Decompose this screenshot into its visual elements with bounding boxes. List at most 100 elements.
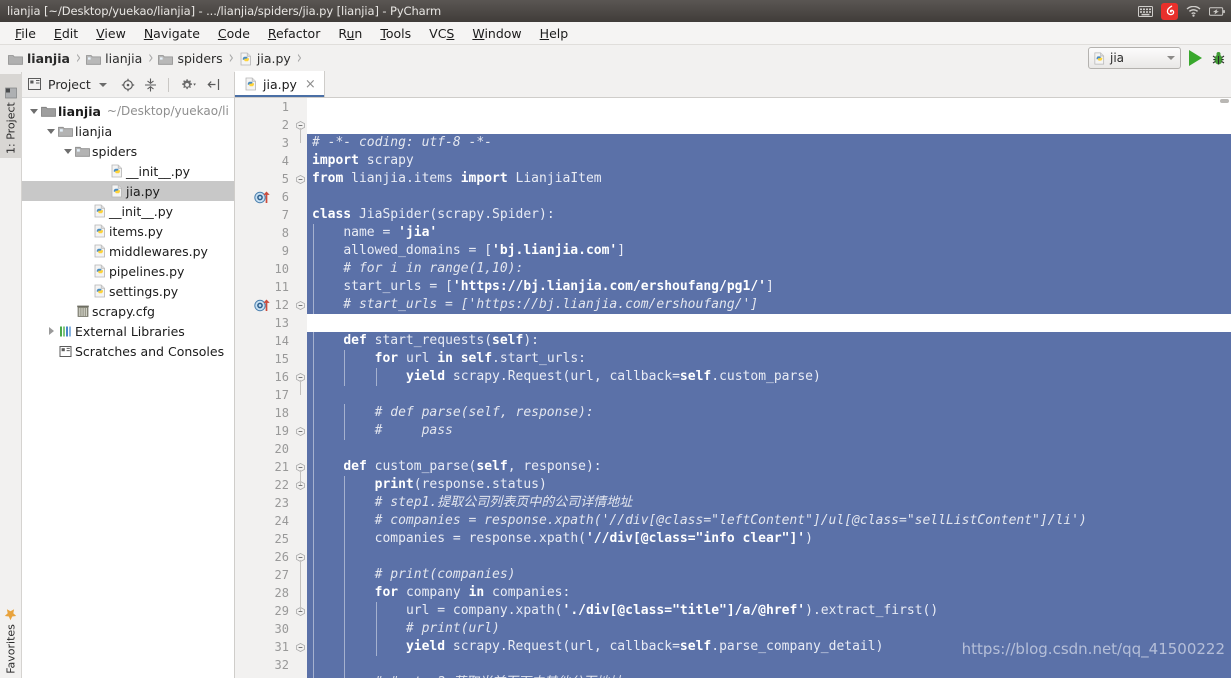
code-line[interactable]: url = company.xpath('./div[@class="title… <box>307 602 1231 620</box>
menu-navigate[interactable]: Navigate <box>135 24 209 43</box>
fold-toggle-icon[interactable] <box>296 427 305 436</box>
editor-gutter[interactable]: 1 2 3 4 5 6 7 8 9 10 11 12 13 14 15 16 17 18 19 20 21 22 23 24 2… <box>235 98 293 678</box>
code-line[interactable] <box>307 440 1231 458</box>
keyboard-icon[interactable] <box>1137 3 1154 19</box>
fold-toggle-icon[interactable] <box>296 301 305 310</box>
gutter-line-number[interactable]: 16 <box>235 368 293 386</box>
gutter-line-number[interactable]: 18 <box>235 404 293 422</box>
breadcrumb-item-project[interactable]: lianjia <box>8 51 70 66</box>
tree-item-external-libraries[interactable]: External Libraries <box>22 321 234 341</box>
menu-edit[interactable]: Edit <box>45 24 87 43</box>
close-icon[interactable]: × <box>305 77 316 92</box>
menu-tools[interactable]: Tools <box>371 24 420 43</box>
code-line[interactable]: # print(url) <box>307 620 1231 638</box>
code-line[interactable]: yield scrapy.Request(url, callback=self.… <box>307 638 1231 656</box>
gutter-line-number[interactable]: 9 <box>235 242 293 260</box>
code-line[interactable]: import scrapy <box>307 152 1231 170</box>
chevron-down-icon[interactable] <box>98 82 107 87</box>
gutter-line-number[interactable]: 13 <box>235 314 293 332</box>
gutter-line-number[interactable]: 17 <box>235 386 293 404</box>
code-line[interactable]: yield scrapy.Request(url, callback=self.… <box>307 368 1231 386</box>
project-tree[interactable]: lianjia ~/Desktop/yuekao/li lianjia spiders… <box>22 98 234 678</box>
gutter-line-number[interactable]: 23 <box>235 494 293 512</box>
battery-icon[interactable] <box>1209 3 1226 19</box>
code-folding-column[interactable] <box>293 98 307 678</box>
gutter-line-number[interactable]: 21 <box>235 458 293 476</box>
override-method-icon[interactable] <box>253 298 281 312</box>
gutter-line-number[interactable]: 31 <box>235 638 293 656</box>
run-configuration-selector[interactable]: jia <box>1088 47 1181 69</box>
code-line[interactable]: def custom_parse(self, response): <box>307 458 1231 476</box>
gutter-line-number[interactable]: 10 <box>235 260 293 278</box>
menu-code[interactable]: Code <box>209 24 259 43</box>
tree-item-lianjia[interactable]: lianjia <box>22 121 234 141</box>
menu-vcs[interactable]: VCS <box>420 24 463 43</box>
hide-icon[interactable] <box>207 78 220 91</box>
tree-item-pipelines-py[interactable]: pipelines.py <box>22 261 234 281</box>
tree-item-jia-py[interactable]: jia.py <box>22 181 234 201</box>
gutter-line-number[interactable]: 7 <box>235 206 293 224</box>
code-line[interactable] <box>307 386 1231 404</box>
tree-item-items-py[interactable]: items.py <box>22 221 234 241</box>
code-line[interactable]: # print(companies) <box>307 566 1231 584</box>
tree-item-settings-py[interactable]: settings.py <box>22 281 234 301</box>
code-line[interactable] <box>307 656 1231 674</box>
gutter-line-number[interactable]: 8 <box>235 224 293 242</box>
code-line[interactable]: print(response.status) <box>307 476 1231 494</box>
menu-view[interactable]: View <box>87 24 135 43</box>
code-line[interactable]: # start_urls = ['https://bj.lianjia.com/… <box>307 296 1231 314</box>
menu-refactor[interactable]: Refactor <box>259 24 329 43</box>
code-line[interactable]: allowed_domains = ['bj.lianjia.com'] <box>307 242 1231 260</box>
tab-jia-py[interactable]: jia.py × <box>235 71 325 97</box>
gutter-line-number[interactable]: 27 <box>235 566 293 584</box>
gutter-line-number[interactable]: 1 <box>235 98 293 116</box>
code-line[interactable] <box>307 314 1231 332</box>
gutter-line-number[interactable]: 29 <box>235 602 293 620</box>
gutter-line-number[interactable]: 2 <box>235 116 293 134</box>
gutter-line-number[interactable]: 5 <box>235 170 293 188</box>
gutter-line-number[interactable]: 19 <box>235 422 293 440</box>
run-icon[interactable] <box>1189 50 1202 66</box>
gutter-line-number[interactable]: 15 <box>235 350 293 368</box>
breadcrumb-item-file[interactable]: jia.py <box>239 51 291 66</box>
gutter-line-number[interactable]: 14 <box>235 332 293 350</box>
tool-button-project[interactable]: 1: Project <box>0 74 22 158</box>
tree-item-spiders[interactable]: spiders <box>22 141 234 161</box>
editor-vertical-scrollbar[interactable] <box>1218 98 1231 678</box>
menu-file[interactable]: File <box>6 24 45 43</box>
code-line[interactable]: from lianjia.items import LianjiaItem <box>307 170 1231 188</box>
breadcrumb-item-module[interactable]: lianjia <box>86 51 142 66</box>
code-line[interactable]: # step1.提取公司列表页中的公司详情地址 <box>307 494 1231 512</box>
gutter-line-number[interactable]: 3 <box>235 134 293 152</box>
code-line[interactable]: # pass <box>307 422 1231 440</box>
gutter-line-number[interactable]: 32 <box>235 656 293 674</box>
gutter-line-number[interactable]: 22 <box>235 476 293 494</box>
code-line[interactable]: for company in companies: <box>307 584 1231 602</box>
code-line[interactable]: start_urls = ['https://bj.lianjia.com/er… <box>307 278 1231 296</box>
breadcrumb-item-spiders[interactable]: spiders <box>158 51 223 66</box>
code-line[interactable]: # for i in range(1,10): <box>307 260 1231 278</box>
wifi-icon[interactable] <box>1185 3 1202 19</box>
tree-item-middlewares-py[interactable]: middlewares.py <box>22 241 234 261</box>
gutter-line-number[interactable]: 24 <box>235 512 293 530</box>
gutter-line-number[interactable]: 12 <box>235 296 293 314</box>
tree-item-lianjia[interactable]: lianjia ~/Desktop/yuekao/li <box>22 101 234 121</box>
music-app-icon[interactable] <box>1161 2 1178 20</box>
tree-item--init-py[interactable]: __init__.py <box>22 201 234 221</box>
code-line[interactable] <box>307 548 1231 566</box>
fold-toggle-icon[interactable] <box>296 643 305 652</box>
debug-icon[interactable] <box>1210 50 1227 67</box>
override-method-icon[interactable] <box>253 190 281 204</box>
scrollbar-thumb[interactable] <box>1220 99 1229 103</box>
gutter-line-number[interactable]: 20 <box>235 440 293 458</box>
code-content[interactable]: # -*- coding: utf-8 -*- import scrapy from… <box>307 98 1231 678</box>
code-editor[interactable]: 1 2 3 4 5 6 7 8 9 10 11 12 13 14 15 16 17 18 19 20 21 22 23 24 2… <box>235 98 1231 678</box>
tree-item--init-py[interactable]: __init__.py <box>22 161 234 181</box>
code-line[interactable]: for url in self.start_urls: <box>307 350 1231 368</box>
code-line[interactable]: # # step2.获取当前页面中其他分页地址 <box>307 674 1231 678</box>
gutter-line-number[interactable]: 26 <box>235 548 293 566</box>
code-line[interactable]: name = 'jia' <box>307 224 1231 242</box>
code-line[interactable]: # def parse(self, response): <box>307 404 1231 422</box>
gutter-line-number[interactable]: 4 <box>235 152 293 170</box>
chevron-down-icon[interactable] <box>28 108 40 114</box>
